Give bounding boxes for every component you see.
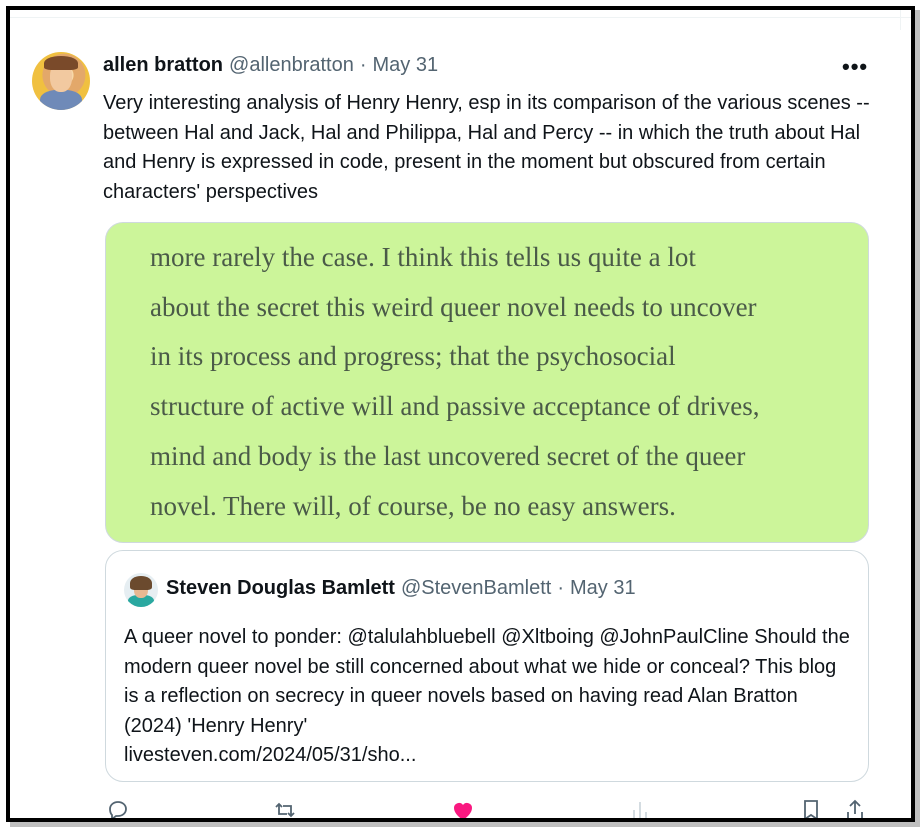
- share-icon: [847, 799, 863, 818]
- action-bar: [10, 798, 911, 818]
- quoted-tweet[interactable]: Steven Douglas Bamlett @StevenBamlett · …: [105, 550, 869, 782]
- heart-icon: [454, 803, 472, 818]
- top-divider: [10, 10, 911, 18]
- quoted-author-name: Steven Douglas Bamlett: [166, 577, 395, 599]
- views-button[interactable]: [630, 798, 650, 818]
- retweet-button[interactable]: [273, 798, 297, 818]
- tweet-media-image[interactable]: more rarely the case. I think this tells…: [105, 222, 869, 543]
- quoted-tweet-link[interactable]: livesteven.com/2024/05/31/sho...: [124, 744, 416, 766]
- media-line: structure of active will and passive acc…: [150, 391, 760, 422]
- media-line: about the secret this weird queer novel …: [150, 291, 757, 322]
- quoted-tweet-date: May 31: [570, 577, 636, 599]
- media-line: novel. There will, of course, be no easy…: [150, 490, 676, 521]
- author-handle[interactable]: @allenbratton: [229, 54, 354, 77]
- quoted-tweet-header: Steven Douglas Bamlett @StevenBamlett · …: [166, 577, 636, 600]
- author-name[interactable]: allen bratton: [103, 54, 223, 77]
- media-line: mind and body is the last uncovered secr…: [150, 440, 746, 471]
- column-divider: [900, 10, 901, 30]
- tweet-date[interactable]: May 31: [373, 54, 439, 77]
- tweet-card[interactable]: allen bratton @allenbratton · May 31 •••…: [6, 6, 915, 822]
- quoted-author-handle: @StevenBamlett: [400, 577, 552, 599]
- frame-shadow-right: [915, 10, 920, 826]
- bookmark-button[interactable]: [800, 798, 822, 818]
- reply-icon: [109, 801, 127, 818]
- more-options-icon[interactable]: •••: [842, 54, 868, 80]
- tweet-header: allen bratton @allenbratton · May 31: [103, 54, 438, 77]
- reply-button[interactable]: [106, 798, 130, 818]
- like-button[interactable]: [450, 798, 476, 818]
- quoted-tweet-text: A queer novel to ponder: @talulahbluebel…: [124, 626, 850, 737]
- frame-shadow-bottom: [10, 822, 920, 827]
- media-text-block: more rarely the case. I think this tells…: [150, 233, 850, 531]
- bookmark-icon: [804, 800, 818, 818]
- quoted-header-separator: ·: [557, 577, 564, 599]
- header-separator: ·: [359, 54, 367, 76]
- quoted-tweet-body: A queer novel to ponder: @talulahbluebel…: [124, 623, 854, 771]
- tweet-text: Very interesting analysis of Henry Henry…: [103, 92, 870, 203]
- author-avatar[interactable]: [32, 52, 90, 110]
- media-line: more rarely the case. I think this tells…: [150, 242, 696, 272]
- quoted-author-avatar: [124, 573, 158, 607]
- retweet-icon: [275, 802, 295, 818]
- views-icon: [633, 802, 647, 818]
- media-line: in its process and progress; that the ps…: [150, 341, 676, 372]
- share-button[interactable]: [844, 798, 866, 818]
